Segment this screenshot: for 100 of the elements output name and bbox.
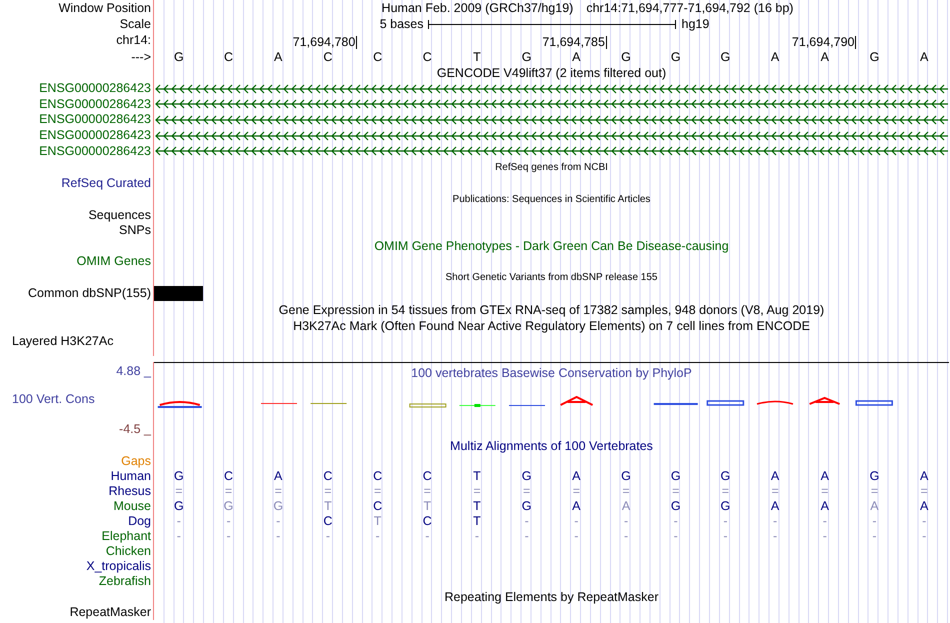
aligned-base: C xyxy=(323,514,332,528)
base-letter: C xyxy=(323,50,332,64)
aligned-base: - xyxy=(376,529,380,544)
aligned-base: C xyxy=(422,469,432,484)
aligned-base: - xyxy=(822,529,827,544)
track-label: Scale xyxy=(120,16,152,32)
aligned-base: = xyxy=(374,484,382,498)
base-letter: C xyxy=(224,50,234,64)
aligned-base: = xyxy=(870,484,878,498)
aligned-base: A xyxy=(572,499,581,514)
aligned-base: - xyxy=(276,529,280,544)
aligned-base: - xyxy=(276,514,280,528)
base-letter: G xyxy=(621,50,631,64)
scale-label: 5 bases xyxy=(380,17,424,31)
aligned-base: - xyxy=(425,529,430,544)
base-letter: G xyxy=(522,50,532,64)
aligned-base: - xyxy=(524,529,529,544)
aligned-base: - xyxy=(624,529,628,544)
aligned-base: - xyxy=(474,529,480,544)
track-label: Chicken xyxy=(106,544,152,559)
aligned-base: T xyxy=(423,499,432,514)
ruler-tick: 71,694,780 xyxy=(292,36,358,48)
gene-label: ENSG00000286423 xyxy=(39,144,152,159)
aligned-base: - xyxy=(773,514,778,528)
aligned-base: = xyxy=(324,484,332,498)
track-label: 100 Vert. Cons xyxy=(11,392,96,408)
base-letter: G xyxy=(870,50,880,64)
track-label: Human xyxy=(110,468,152,484)
aligned-base: A xyxy=(820,499,829,514)
aligned-base: - xyxy=(674,514,678,528)
track-label: RepeatMasker xyxy=(70,604,152,620)
aligned-base: A xyxy=(920,499,928,514)
aligned-base: A xyxy=(870,499,879,514)
aligned-base: = xyxy=(523,484,530,498)
aligned-base: = xyxy=(424,484,431,498)
track-label: Common dbSNP(155) xyxy=(28,286,152,302)
aligned-base: G xyxy=(621,469,631,484)
base-letter: T xyxy=(473,50,481,64)
aligned-base: - xyxy=(872,529,877,544)
aligned-base: G xyxy=(224,499,234,514)
ruler-tick: 71,694,785 xyxy=(542,36,607,48)
aligned-base: = xyxy=(920,484,928,498)
aligned-base: A xyxy=(920,469,928,484)
aligned-base: T xyxy=(473,469,481,484)
gene-label: ENSG00000286423 xyxy=(39,81,152,96)
aligned-base: - xyxy=(574,529,578,544)
base-letter: A xyxy=(820,50,829,64)
aligned-base: - xyxy=(773,529,778,544)
aligned-base: G xyxy=(720,469,730,484)
aligned-base: - xyxy=(723,529,728,544)
aligned-base: = xyxy=(473,484,481,498)
track-label: Dog xyxy=(128,514,152,529)
track-label: Zebrafish xyxy=(98,574,152,589)
aligned-base: T xyxy=(473,514,481,528)
aligned-base: - xyxy=(922,514,926,528)
aligned-base: = xyxy=(175,484,182,498)
track-label: RefSeq Curated xyxy=(61,176,152,191)
aligned-base: - xyxy=(822,514,827,528)
aligned-base: - xyxy=(574,514,578,528)
aligned-base: - xyxy=(922,529,926,544)
base-letter: A xyxy=(572,50,581,64)
aligned-base: A xyxy=(572,469,581,484)
track-label: Layered H3K27Ac xyxy=(12,334,114,349)
aligned-base: - xyxy=(226,529,231,544)
base-letter: A xyxy=(770,50,780,64)
axis-min-label: -4.5 _ xyxy=(119,422,152,436)
aligned-base: G xyxy=(273,499,284,514)
track-title: Short Genetic Variants from dbSNP release 155 xyxy=(446,272,658,283)
track-title: Publications: Sequences in Scientific Articles xyxy=(452,194,650,205)
aligned-base: A xyxy=(770,469,780,484)
track-label: Rhesus xyxy=(108,484,152,499)
aligned-base: G xyxy=(522,499,532,514)
aligned-base: = xyxy=(672,484,680,498)
aligned-base: C xyxy=(373,499,382,514)
base-letter: A xyxy=(274,50,282,64)
ruler-tick: 71,694,790 xyxy=(792,36,856,48)
aligned-base: = xyxy=(572,484,580,498)
aligned-base: C xyxy=(224,469,234,484)
assembly-title: Human Feb. 2009 (GRCh37/hg19) xyxy=(382,1,574,15)
aligned-base: A xyxy=(770,499,780,514)
aligned-base: = xyxy=(771,484,779,498)
aligned-base: A xyxy=(622,499,630,514)
track-title: 100 vertebrates Basewise Conservation by PhyloP xyxy=(411,364,692,382)
aligned-base: = xyxy=(274,484,282,498)
gene-label: ENSG00000286423 xyxy=(39,96,152,112)
aligned-base: - xyxy=(226,514,231,528)
aligned-base: - xyxy=(723,514,728,528)
track-title: GENCODE V49lift37 (2 items filtered out) xyxy=(436,66,666,80)
variant-block xyxy=(154,286,203,302)
aligned-base: G xyxy=(670,499,681,514)
base-letter: A xyxy=(920,50,928,64)
aligned-base: T xyxy=(374,514,382,528)
track-label: Gaps xyxy=(121,454,152,469)
base-letter: C xyxy=(373,50,382,64)
position-text: chr14:71,694,777-71,694,792 (16 bp) xyxy=(586,1,794,15)
gene-label: ENSG00000286423 xyxy=(39,128,152,144)
base-letter: G xyxy=(174,50,184,64)
track-label: X_tropicalis xyxy=(86,558,152,574)
track-title: H3K27Ac Mark (Often Found Near Active Regulatory Elements) on 7 cell lines from ENCODE xyxy=(293,318,810,333)
aligned-base: T xyxy=(324,499,332,514)
